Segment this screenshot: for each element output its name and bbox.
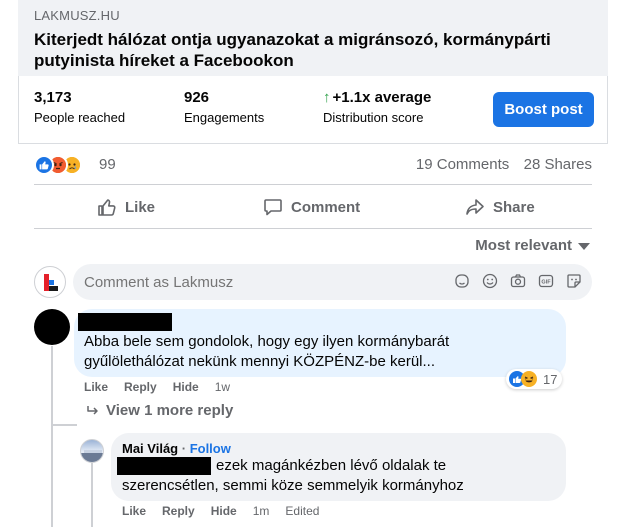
share-arrow-icon	[466, 199, 484, 215]
comment-hide-link[interactable]: Hide	[173, 380, 199, 394]
comment-text-line-2: gyűlölethálózat nekünk mennyi KÖZPÉNZ-be…	[84, 353, 435, 370]
edited-label: Edited	[285, 504, 320, 518]
people-reached-stat[interactable]: 3,173 People reached	[34, 89, 125, 125]
divider	[34, 228, 592, 229]
view-more-replies[interactable]: View 1 more reply	[86, 402, 233, 419]
comment-text-line-1: Abba bele sem gondolok, hogy egy ilyen k…	[84, 333, 450, 350]
reply-reply-link[interactable]: Reply	[162, 504, 195, 518]
thread-line	[51, 346, 53, 527]
reply-author-avatar[interactable]	[80, 439, 104, 463]
link-title-line-1: Kiterjedt hálózat ontja ugyanazokat a mi…	[34, 30, 551, 49]
camera-icon[interactable]	[510, 273, 526, 289]
share-label: Share	[493, 198, 535, 216]
comment-icon	[264, 199, 282, 216]
comment-reaction-count: 17	[543, 371, 558, 387]
thumbs-up-icon	[98, 199, 116, 216]
comment-reactions-badge[interactable]: 17	[506, 369, 563, 389]
separator-dot: ·	[178, 441, 190, 456]
sort-label: Most relevant	[475, 237, 572, 254]
comment-reply-link[interactable]: Reply	[124, 380, 157, 394]
lakmusz-logo-icon	[44, 274, 58, 291]
reactions-summary: 99 19 Comments 28 Shares	[34, 152, 594, 178]
comment-button[interactable]: Comment	[263, 190, 360, 224]
like-label: Like	[125, 198, 156, 216]
gif-icon[interactable]: GIF	[538, 273, 554, 289]
comment-reaction-icons	[509, 371, 539, 387]
reply-thread-line	[91, 463, 93, 527]
like-icon	[34, 155, 54, 175]
reply-hide-link[interactable]: Hide	[211, 504, 237, 518]
commenter-avatar[interactable]	[34, 309, 70, 345]
boost-post-button[interactable]: Boost post	[493, 92, 594, 127]
comment-input[interactable]	[84, 274, 283, 291]
share-button[interactable]: Share	[465, 190, 535, 224]
shares-count-link[interactable]: 28 Shares	[524, 156, 592, 173]
arrow-up-icon: ↑	[323, 89, 331, 106]
follow-button[interactable]: Follow	[190, 441, 231, 456]
engagements-value: 926	[184, 89, 210, 106]
people-reached-label: People reached	[34, 110, 126, 125]
reply-arrow-icon	[87, 405, 98, 415]
distribution-value: +1.1x average	[332, 89, 432, 106]
emoji-icon[interactable]	[482, 273, 498, 289]
link-title-line-2: putyinista híreket a Facebookon	[34, 51, 294, 70]
laughing-icon	[521, 371, 537, 387]
comment-meta: Like Reply Hide 1w	[84, 380, 230, 394]
comments-shares-counts: 19 Comments 28 Shares	[416, 156, 592, 173]
link-domain: LAKMUSZ.HU	[34, 8, 120, 23]
comment-bubble: Abba bele sem gondolok, hogy egy ilyen k…	[74, 309, 566, 377]
reaction-count[interactable]: 99	[99, 156, 116, 173]
avatar-sticker-icon[interactable]	[454, 273, 470, 289]
sticker-icon[interactable]	[566, 273, 582, 289]
people-reached-value: 3,173	[34, 89, 72, 106]
svg-text:GIF: GIF	[541, 280, 551, 286]
link-preview-card[interactable]: LAKMUSZ.HU Kiterjedt hálózat ontja ugyan…	[18, 0, 608, 76]
page-avatar[interactable]	[34, 266, 66, 298]
divider	[34, 184, 592, 185]
caret-down-icon	[578, 243, 590, 250]
redacted-mention	[117, 457, 211, 475]
like-button[interactable]: Like	[97, 190, 155, 224]
link-title[interactable]: Kiterjedt hálózat ontja ugyanazokat a mi…	[34, 29, 592, 71]
engagements-stat[interactable]: 926 Engagements	[184, 89, 264, 125]
comment-text: Abba bele sem gondolok, hogy egy ilyen k…	[84, 332, 449, 372]
reply-text-line-2: szerencsétlen, semmi köze semmelyik korm…	[122, 477, 464, 494]
globe-avatar-icon	[81, 450, 103, 462]
reply-author-line: Mai Világ · Follow	[122, 441, 231, 456]
composer-tools: GIF	[454, 273, 582, 289]
reply-author-name[interactable]: Mai Világ	[122, 441, 178, 456]
comment-like-link[interactable]: Like	[84, 380, 108, 394]
comment-timestamp[interactable]: 1w	[215, 380, 230, 394]
distribution-label: Distribution score	[323, 110, 424, 125]
comment-composer[interactable]: GIF	[73, 264, 592, 300]
reply-meta: Like Reply Hide 1m Edited	[122, 504, 319, 518]
distribution-stat[interactable]: ↑ +1.1x average Distribution score	[323, 89, 431, 125]
thread-connector	[51, 424, 77, 426]
post-actions-bar: Like Comment Share	[34, 190, 592, 224]
engagements-label: Engagements	[184, 110, 265, 125]
reply-like-link[interactable]: Like	[122, 504, 146, 518]
distribution-value-row: ↑ +1.1x average	[323, 89, 431, 107]
redacted-author-name	[78, 313, 172, 331]
sort-comments-dropdown[interactable]: Most relevant	[475, 237, 590, 254]
post-insights-bar: 3,173 People reached 926 Engagements ↑ +1…	[18, 76, 608, 144]
reply-timestamp[interactable]: 1m	[253, 504, 270, 518]
reply-text-line-1: ezek magánkézben lévő oldalak te	[216, 457, 447, 474]
comment-label: Comment	[291, 198, 361, 216]
comments-count-link[interactable]: 19 Comments	[416, 156, 509, 173]
view-more-label: View 1 more reply	[106, 402, 234, 419]
reply-bubble: Mai Világ · Follow ezek magánkézben lévő…	[111, 433, 566, 501]
